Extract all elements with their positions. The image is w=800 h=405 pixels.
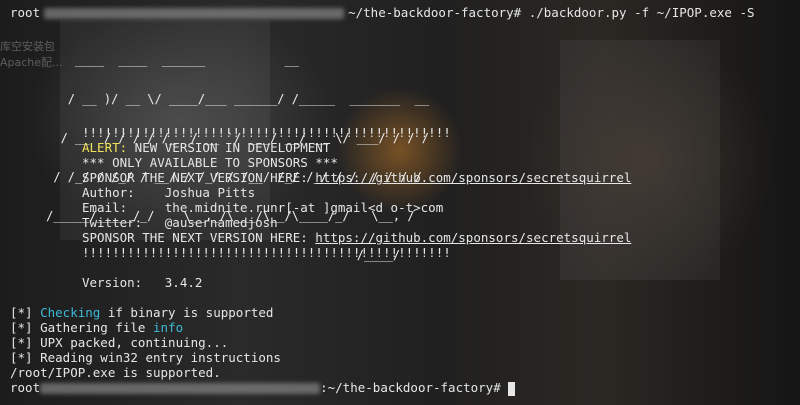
text-cursor xyxy=(508,381,516,396)
sponsor-line: SPONSOR THE NEXT VERSION HERE: https://g… xyxy=(82,170,631,185)
log-keyword: info xyxy=(153,320,184,335)
command-line-bottom[interactable]: root :~/the-backdoor-factory# xyxy=(10,380,516,396)
log-line: /root/IPOP.exe is supported. xyxy=(10,365,221,380)
sponsor-text: SPONSOR THE NEXT VERSION HERE: xyxy=(82,170,316,185)
command-text: ~/the-backdoor-factory# ./backdoor.py -f… xyxy=(348,5,755,20)
banner-border-top: !!!!!!!!!!!!!!!!!!!!!!!!!!!!!!!!!!!!!!!!… xyxy=(82,125,451,140)
log-line: [*] Reading win32 entry instructions xyxy=(10,350,281,365)
sponsor-line: SPONSOR THE NEXT VERSION HERE: https://g… xyxy=(82,230,631,245)
alert-label: ALERT: xyxy=(82,140,128,155)
redacted-hostname xyxy=(44,8,345,19)
sponsor-text: SPONSOR THE NEXT VERSION HERE: xyxy=(82,230,316,245)
email-line: Email: the.midnite.runr[-at ]gmail<d o-t… xyxy=(82,200,444,215)
terminal-window[interactable]: root ~/the-backdoor-factory# ./backdoor.p… xyxy=(0,0,800,405)
log-text: [*] Gathering file xyxy=(10,320,153,335)
banner-border-bottom: !!!!!!!!!!!!!!!!!!!!!!!!!!!!!!!!!!!!!!!!… xyxy=(82,245,451,260)
sponsors-only-line: *** ONLY AVAILABLE TO SPONSORS *** xyxy=(82,155,338,170)
alert-line: ALERT: NEW VERSION IN DEVELOPMENT xyxy=(82,140,330,155)
author-line: Author: Joshua Pitts xyxy=(82,185,256,200)
log-prefix: [*] xyxy=(10,305,41,320)
prompt-user: root xyxy=(10,5,41,20)
prompt-user: root xyxy=(10,380,41,395)
sponsor-link[interactable]: https://github.com/sponsors/secretsquirr… xyxy=(315,170,631,185)
log-line: [*] Gathering file info xyxy=(10,320,183,335)
ascii-line: ____ ____ ______ __ xyxy=(10,53,299,67)
twitter-line: Twitter: @ausernamedjosh xyxy=(82,215,278,230)
version-line: Version: 3.4.2 xyxy=(82,275,203,290)
log-text: if binary is supported xyxy=(100,305,274,320)
prompt-path: :~/the-backdoor-factory# xyxy=(320,380,509,395)
ascii-line: / __ )/ __ \/ ____/___ ______/ /_____ __… xyxy=(10,92,430,106)
sponsor-link[interactable]: https://github.com/sponsors/secretsquirr… xyxy=(315,230,631,245)
command-line-top: root ~/the-backdoor-factory# ./backdoor.p… xyxy=(10,5,755,20)
log-keyword: Checking xyxy=(40,305,101,320)
log-line: [*] Checking if binary is supported xyxy=(10,305,273,320)
log-line: [*] UPX packed, continuing... xyxy=(10,335,229,350)
alert-text: NEW VERSION IN DEVELOPMENT xyxy=(127,140,331,155)
redacted-hostname xyxy=(40,383,321,394)
